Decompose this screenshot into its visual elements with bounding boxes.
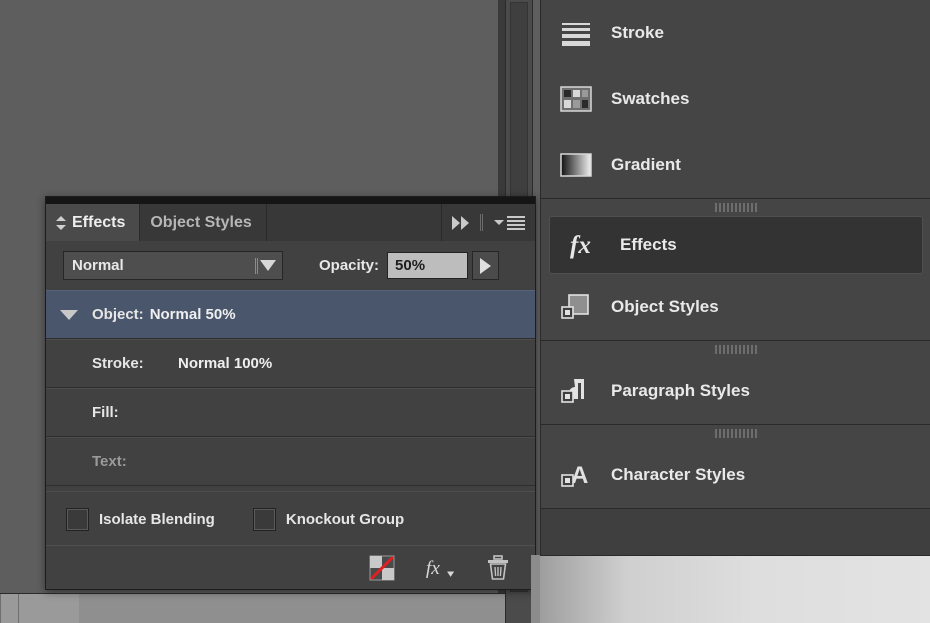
tool-divider: [480, 214, 481, 231]
bottom-strip-segment: [18, 594, 79, 623]
dock-item-object-styles[interactable]: Object Styles: [541, 274, 930, 340]
checkbox-box-icon: [66, 508, 89, 531]
panel-dock: Stroke Swatches: [540, 0, 930, 623]
panel-tab-strip: Effects Object Styles: [46, 204, 535, 242]
fx-icon: fx: [568, 228, 602, 262]
bottom-strip-segment: [0, 594, 19, 623]
dock-item-stroke-label: Stroke: [611, 23, 664, 43]
tab-object-styles[interactable]: Object Styles: [140, 204, 266, 241]
fx-dropdown-icon[interactable]: fx: [425, 553, 455, 583]
dock-group-effects: fx Effects Object Styles: [541, 199, 930, 341]
dock-gripper[interactable]: [541, 341, 930, 358]
paragraph-styles-icon: [559, 374, 593, 408]
opacity-input[interactable]: 50%: [387, 252, 468, 279]
dock-group-paragraph: Paragraph Styles: [541, 341, 930, 425]
clear-effects-icon[interactable]: [367, 553, 397, 583]
dock-item-object-styles-label: Object Styles: [611, 297, 719, 317]
collapse-panel-icon[interactable]: [452, 216, 469, 230]
knockout-group-checkbox[interactable]: Knockout Group: [253, 508, 404, 531]
effects-row-object[interactable]: Object: Normal 50%: [46, 290, 535, 339]
dock-group-character: A Character Styles: [541, 425, 930, 509]
blend-mode-row: Normal Opacity: 50%: [46, 241, 535, 290]
panel-header-tools: [442, 204, 535, 241]
effects-list: Object: Normal 50% Stroke: Normal 100% F…: [46, 290, 535, 486]
dock-gripper[interactable]: [541, 199, 930, 216]
effects-panel-footer: fx: [46, 545, 535, 589]
dock-item-character-styles-label: Character Styles: [611, 465, 745, 485]
dock-item-effects-label: Effects: [620, 235, 677, 255]
isolate-blending-checkbox[interactable]: Isolate Blending: [66, 508, 215, 531]
app-window: Effects Object Styles Normal: [0, 0, 930, 623]
effects-row-object-value: Normal 50%: [150, 306, 236, 323]
opacity-label: Opacity:: [319, 257, 379, 274]
effects-row-fill[interactable]: Fill:: [46, 388, 535, 437]
tab-effects-label: Effects: [72, 214, 125, 232]
dock-gripper[interactable]: [541, 425, 930, 442]
object-styles-icon: [559, 290, 593, 324]
dock-item-swatches-label: Swatches: [611, 89, 689, 109]
dock-item-stroke[interactable]: Stroke: [541, 0, 930, 66]
effects-panel[interactable]: Effects Object Styles Normal: [45, 196, 536, 590]
light-preview-panel: [540, 555, 930, 623]
effects-row-stroke[interactable]: Stroke: Normal 100%: [46, 339, 535, 388]
combo-separator: [255, 258, 256, 274]
dock-group-color: Stroke Swatches: [541, 0, 930, 199]
dock-item-gradient[interactable]: Gradient: [541, 132, 930, 198]
effects-row-fill-label: Fill:: [92, 404, 178, 421]
effects-row-stroke-label: Stroke:: [92, 355, 178, 372]
panel-title-bar[interactable]: [46, 197, 535, 204]
dropdown-caret-icon: [260, 260, 276, 271]
trash-icon[interactable]: [483, 553, 513, 583]
effects-row-object-label: Object:: [92, 306, 144, 323]
tab-object-styles-label: Object Styles: [150, 214, 251, 232]
disclosure-triangle-icon[interactable]: [46, 310, 92, 320]
checkbox-box-icon: [253, 508, 276, 531]
character-styles-icon: A: [559, 458, 593, 492]
effects-row-text-label: Text:: [92, 453, 178, 470]
panel-menu-icon[interactable]: [494, 216, 525, 230]
tab-strip-spacer: [267, 204, 442, 241]
dock-item-gradient-label: Gradient: [611, 155, 681, 175]
blend-mode-select[interactable]: Normal: [63, 251, 283, 280]
dock-item-paragraph-styles-label: Paragraph Styles: [611, 381, 750, 401]
dock-item-character-styles[interactable]: A Character Styles: [541, 442, 930, 508]
blend-mode-value: Normal: [64, 257, 124, 274]
tab-effects[interactable]: Effects: [46, 204, 140, 241]
effects-row-text[interactable]: Text:: [46, 437, 535, 486]
dock-item-effects[interactable]: fx Effects: [549, 216, 923, 274]
opacity-stepper-button[interactable]: [472, 251, 499, 280]
effects-row-stroke-value: Normal 100%: [178, 355, 272, 372]
isolate-blending-label: Isolate Blending: [99, 511, 215, 528]
svg-text:fx: fx: [426, 558, 440, 579]
swatches-grid-icon: [559, 82, 593, 116]
gradient-square-icon: [559, 148, 593, 182]
opacity-value: 50%: [395, 257, 425, 274]
right-triangle-icon: [480, 258, 491, 274]
stroke-lines-icon: [559, 16, 593, 50]
dock-item-swatches[interactable]: Swatches: [541, 66, 930, 132]
knockout-group-label: Knockout Group: [286, 511, 404, 528]
bottom-status-strip: [0, 593, 505, 623]
blending-options-row: Isolate Blending Knockout Group: [46, 491, 535, 546]
updown-arrows-icon: [56, 215, 66, 231]
svg-text:fx: fx: [570, 232, 591, 259]
dock-item-paragraph-styles[interactable]: Paragraph Styles: [541, 358, 930, 424]
